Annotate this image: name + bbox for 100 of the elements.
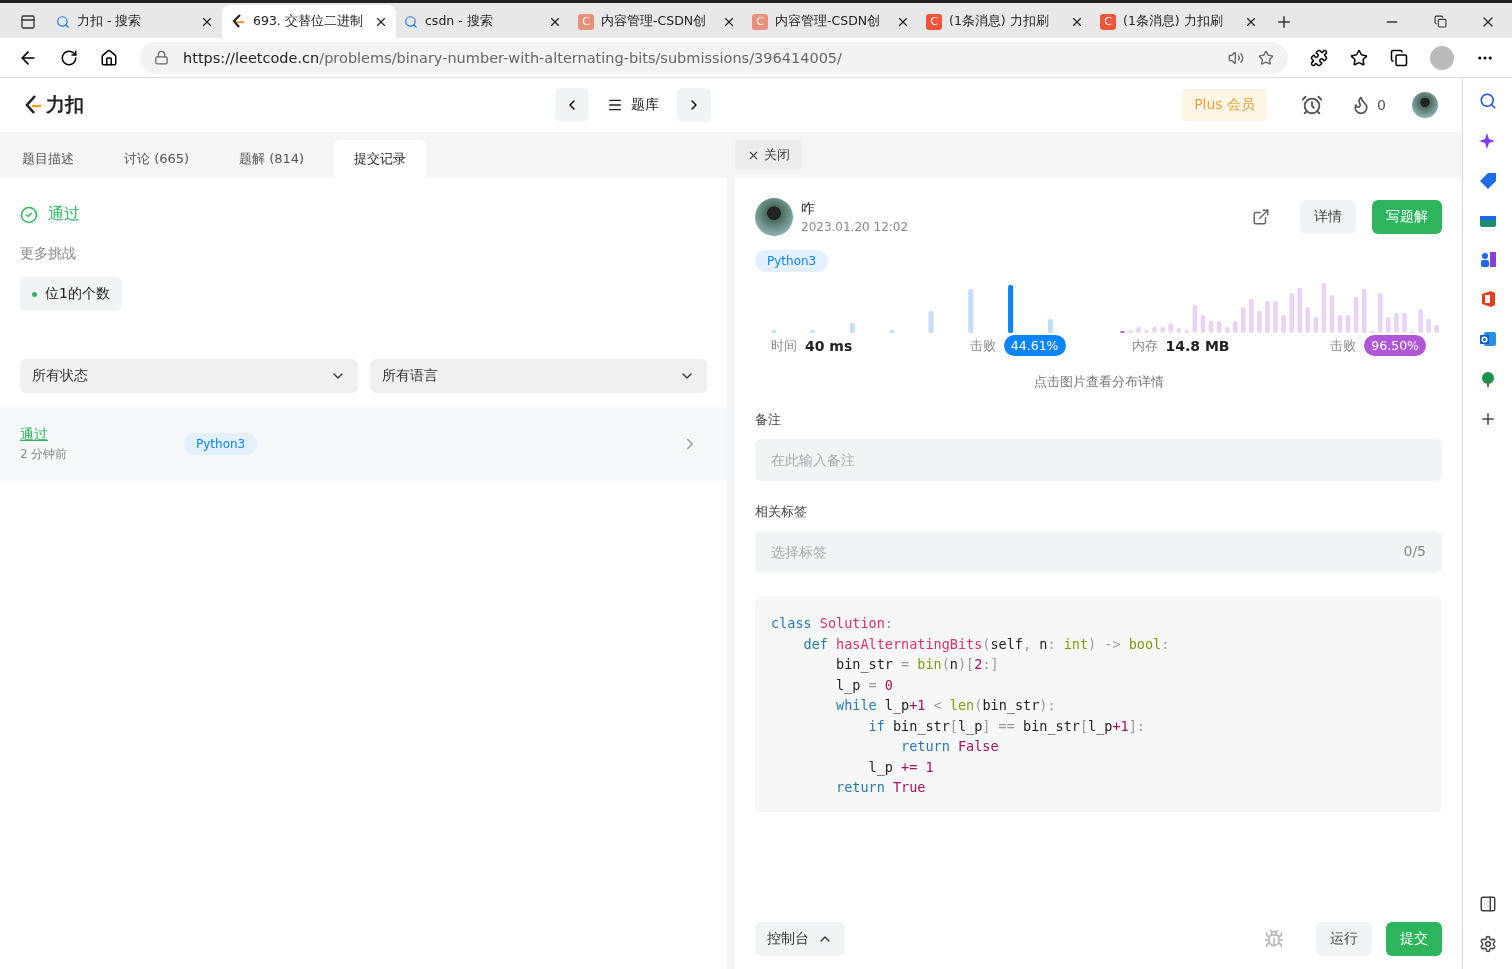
site-logo: C [926, 13, 942, 30]
histogram-bar [1256, 311, 1262, 333]
alarm-clock-icon[interactable] [1301, 94, 1324, 116]
beat-label: 击败 [969, 336, 996, 355]
search-icon[interactable] [1478, 92, 1497, 110]
histogram-bar [1393, 313, 1399, 333]
tag-icon[interactable] [1478, 172, 1497, 190]
panel-tab[interactable]: 题目描述 [2, 140, 94, 178]
sparkle-icon[interactable] [1478, 132, 1497, 150]
panel-tab[interactable]: 提交记录 [334, 140, 427, 178]
sidebar-toggle-icon[interactable] [1478, 895, 1497, 913]
panel-tab[interactable]: 讨论 (665) [104, 140, 210, 178]
browser-tab[interactable]: 693. 交替位二进制 [222, 5, 396, 38]
code-line: class Solution: [771, 614, 894, 633]
home-icon[interactable] [100, 48, 118, 67]
histogram-bar [1208, 321, 1213, 333]
browser-tab[interactable]: csdn - 搜索 [396, 5, 570, 38]
collections-icon[interactable] [1390, 48, 1408, 67]
code-line: while l_p+1 < len(bin_str): [835, 696, 1057, 716]
histogram-bar [1248, 299, 1254, 333]
code-line: def hasAlternatingBits(self, n: int) -> bool: [802, 634, 1171, 654]
browser-tab[interactable]: C 内容管理-CSDN创 [744, 5, 918, 38]
site-logo: C [752, 13, 768, 30]
browser-tab[interactable]: C 内容管理-CSDN创 [570, 5, 744, 38]
histogram-bar [928, 311, 934, 333]
histogram-bar [1337, 315, 1342, 333]
menu-icon [607, 97, 624, 113]
submission-date: 2023.01.20 12:02 [801, 220, 909, 234]
histogram-bar [1377, 293, 1383, 333]
logo-text[interactable]: 力扣 [46, 92, 84, 118]
challenge-chip[interactable]: 位1的个数 [20, 277, 122, 311]
favorite-star-icon[interactable] [1258, 49, 1274, 66]
extensions-icon[interactable] [1310, 48, 1328, 67]
code-line: l_p += 1 [867, 757, 935, 777]
histogram-bar [1417, 309, 1423, 333]
close-button[interactable]: 关闭 [735, 140, 802, 170]
histogram-bar [889, 330, 895, 333]
histogram-bar [1127, 330, 1133, 333]
details-button[interactable]: 详情 [1300, 200, 1356, 234]
panel-tab[interactable]: 题解 (814) [219, 140, 325, 178]
logo-icon [24, 94, 42, 116]
histogram-bar [1385, 317, 1391, 333]
histogram-bar [1008, 285, 1014, 333]
submission-row[interactable]: 通过 2 分钟前 Python3 [0, 407, 727, 481]
beat-label: 击败 [1330, 336, 1357, 355]
histogram-bar [1135, 327, 1141, 333]
browser-tab[interactable]: C (1条消息) 力扣刷 [918, 5, 1092, 38]
chess-pieces-icon[interactable] [1478, 250, 1497, 268]
histogram-bar [1288, 293, 1294, 333]
histogram-bar [1329, 295, 1334, 333]
filter-select[interactable]: 所有语言 [369, 359, 707, 393]
section-title: 更多挑战 [20, 245, 77, 263]
user-avatar[interactable] [1412, 92, 1438, 118]
histogram-bar [1216, 321, 1221, 333]
problem-bank-link[interactable]: 题库 [601, 95, 666, 115]
histogram-bar [1167, 323, 1173, 333]
histogram-bar [1280, 315, 1286, 333]
console-button[interactable]: 控制台 [755, 922, 845, 956]
user-name: 咋 [801, 200, 816, 218]
histogram-bar [1296, 288, 1302, 333]
histogram-bar [1200, 315, 1205, 333]
filter-select[interactable]: 所有状态 [20, 359, 358, 393]
run-button[interactable]: 运行 [1316, 922, 1372, 956]
tab-title: csdn - 搜索 [425, 13, 494, 30]
site-logo: C [578, 13, 594, 30]
status-text: 通过 [48, 204, 80, 225]
tab-title: (1条消息) 力扣刷 [949, 13, 1050, 30]
histogram-bar [1313, 317, 1318, 333]
tab-title: 内容管理-CSDN创 [601, 13, 708, 30]
check-circle-icon [20, 205, 38, 224]
office-icon[interactable] [1479, 290, 1496, 308]
settings-icon[interactable] [1478, 935, 1497, 953]
read-aloud-icon[interactable] [1228, 49, 1244, 66]
language-tag: Python3 [184, 433, 258, 455]
histogram-bar [1232, 321, 1237, 333]
next-button[interactable] [677, 88, 712, 122]
search-icon [404, 14, 418, 29]
mail-icon[interactable] [1478, 330, 1497, 348]
histogram-bar [1361, 289, 1366, 333]
histogram-bar [1304, 307, 1310, 333]
tab-title: 693. 交替位二进制 [253, 13, 364, 30]
language-tag: Python3 [755, 250, 829, 272]
user-avatar [755, 198, 793, 236]
histogram-bar [968, 289, 974, 333]
address-bar[interactable]: https://leetcode.cn/problems/binary-number-with-alternating-bits/submissions/396414005/ [140, 41, 1288, 74]
stat-value: 40 ms [805, 337, 853, 354]
tags-label: 相关标签 [755, 503, 808, 521]
browser-tab[interactable]: C (1条消息) 力扣刷 [1092, 5, 1266, 38]
browser-tab[interactable]: 力扣 - 搜索 [48, 5, 222, 38]
favorites-icon[interactable] [1350, 48, 1368, 67]
histogram-bar [849, 323, 855, 333]
code-line: return False [900, 737, 1000, 756]
search-icon [56, 14, 70, 29]
share-icon[interactable] [1252, 208, 1270, 226]
note-field[interactable]: 在此输入备注 [755, 439, 1442, 481]
reload-icon[interactable] [60, 48, 78, 67]
previous-button[interactable] [555, 88, 590, 122]
histogram-bar [1433, 325, 1439, 333]
histogram-bar [1151, 327, 1157, 333]
histogram-bar [771, 330, 777, 333]
